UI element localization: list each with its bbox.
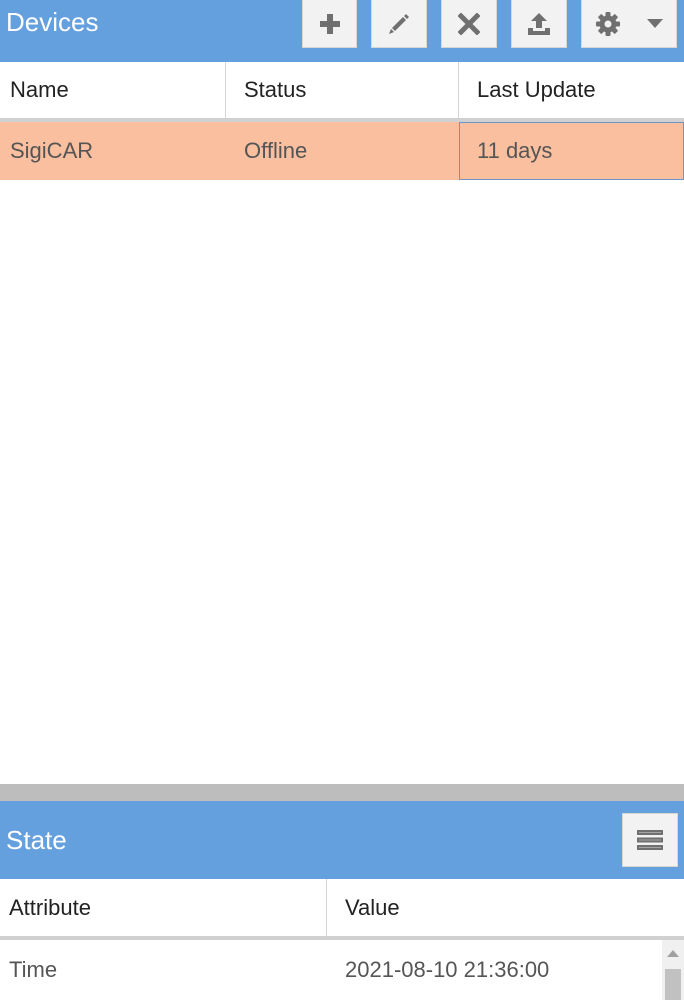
state-panel-title: State (6, 825, 67, 855)
attribute-cell: Time (9, 957, 58, 982)
device-name-cell: SigiCAR (10, 138, 94, 163)
upload-icon (526, 11, 552, 37)
device-row[interactable]: SigiCAR Offline 11 days (0, 122, 684, 180)
devices-grid-header: Name Status Last Update (0, 62, 684, 122)
column-header-attribute[interactable]: Attribute (0, 879, 327, 936)
edit-device-button[interactable] (371, 0, 427, 48)
close-icon (458, 12, 480, 35)
state-panel-header: State (0, 801, 684, 879)
column-header-last-update[interactable]: Last Update (459, 62, 684, 118)
column-header-value[interactable]: Value (327, 879, 684, 936)
state-grid-header: Attribute Value (0, 879, 684, 940)
caret-down-icon (647, 18, 663, 29)
list-icon (636, 828, 664, 852)
remove-device-button[interactable] (441, 0, 497, 48)
devices-panel-title: Devices (6, 7, 99, 37)
plus-icon (318, 12, 342, 36)
column-header-name[interactable]: Name (0, 62, 226, 118)
settings-button[interactable] (581, 0, 677, 48)
device-status-cell: Offline (244, 138, 308, 163)
scrollbar-thumb[interactable] (665, 969, 681, 1000)
state-scrollbar[interactable] (662, 940, 684, 1000)
state-menu-button[interactable] (622, 813, 678, 867)
panel-splitter[interactable] (0, 784, 684, 801)
value-cell: 2021-08-10 21:36:00 (345, 957, 550, 982)
devices-panel-header: Devices (0, 0, 684, 62)
upload-button[interactable] (511, 0, 567, 48)
add-device-button[interactable] (302, 0, 357, 48)
column-header-status[interactable]: Status (226, 62, 459, 118)
scroll-up-arrow-icon[interactable] (667, 950, 679, 957)
pencil-icon (387, 12, 411, 36)
state-row[interactable]: Time 2021-08-10 21:36:00 (0, 940, 662, 1000)
gear-icon (595, 11, 621, 37)
device-last-update-cell[interactable]: 11 days (459, 122, 684, 180)
